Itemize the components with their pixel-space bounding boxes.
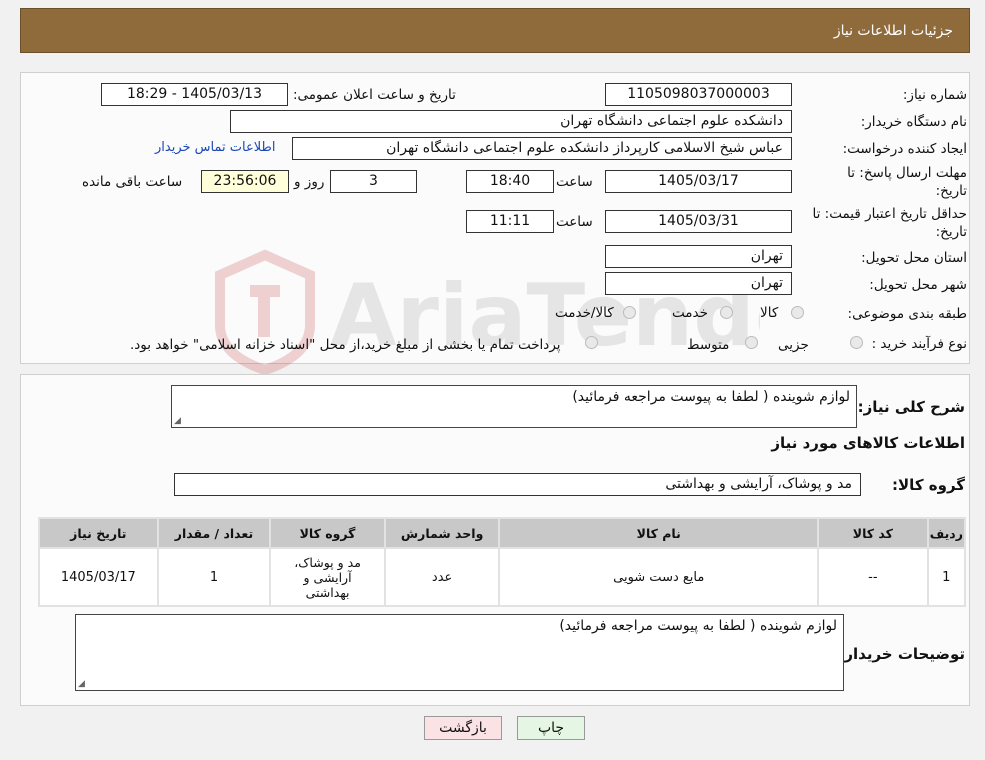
process-option-minor: جزیی	[778, 337, 809, 353]
back-button[interactable]: بازگشت	[424, 716, 502, 740]
cell-unit: عدد	[385, 549, 499, 605]
buyer-notes-text: لوازم شوینده ( لطفا به پیوست مراجعه فرما…	[559, 618, 837, 634]
city-label: شهر محل تحویل:	[869, 277, 967, 293]
category-radio-goods-service[interactable]	[623, 306, 636, 319]
resize-grip-icon[interactable]: ◢	[78, 679, 85, 689]
remaining-label: ساعت باقی مانده	[82, 174, 183, 190]
buyer-notes-textarea[interactable]: لوازم شوینده ( لطفا به پیوست مراجعه فرما…	[75, 614, 844, 691]
cell-code: --	[819, 549, 927, 605]
page-header: جزئیات اطلاعات نیاز	[20, 8, 970, 53]
col-row: ردیف	[928, 519, 964, 547]
buyer-notes-label: توضیحات خریدار:	[838, 645, 965, 663]
validity-time-field: 11:11	[466, 210, 554, 233]
announce-label: تاریخ و ساعت اعلان عمومی:	[293, 87, 456, 103]
category-option-goods-service: کالا/خدمت	[555, 305, 614, 321]
goods-table-header: ردیف کد کالا نام کالا واحد شمارش گروه کا…	[40, 519, 964, 547]
buyer-org-field: دانشکده علوم اجتماعی دانشگاه تهران	[230, 110, 792, 133]
cell-group: مد و پوشاک، آرایشی و بهداشتی	[271, 549, 384, 605]
col-quantity: تعداد / مقدار	[158, 519, 270, 547]
buyer-org-label: نام دستگاه خریدار:	[860, 114, 967, 130]
col-code: کد کالا	[819, 519, 927, 547]
category-radio-service[interactable]	[720, 306, 733, 319]
category-label: طبقه بندی موضوعی:	[847, 306, 967, 322]
deadline-date-field: 1405/03/17	[605, 170, 792, 193]
resize-grip-icon[interactable]: ◢	[174, 416, 181, 426]
cell-group-text: مد و پوشاک، آرایشی و بهداشتی	[294, 554, 361, 600]
need-number-field: 1105098037000003	[605, 83, 792, 106]
need-number-label: شماره نیاز:	[902, 87, 967, 103]
col-name: نام کالا	[500, 519, 818, 547]
table-row: 1 -- مایع دست شویی عدد مد و پوشاک، آرایش…	[40, 549, 964, 605]
province-field: تهران	[605, 245, 792, 268]
general-desc-label: شرح کلی نیاز:	[857, 398, 965, 416]
province-label: استان محل تحویل:	[861, 250, 967, 266]
category-option-goods: کالا	[760, 305, 779, 321]
creator-field: عباس شیخ الاسلامی کارپرداز دانشکده علوم …	[292, 137, 792, 160]
cell-name: مایع دست شویی	[500, 549, 818, 605]
buyer-contact-link[interactable]: اطلاعات تماس خریدار	[155, 140, 275, 155]
deadline-time-label: ساعت	[556, 174, 593, 190]
cell-date: 1405/03/17	[40, 549, 157, 605]
category-option-service: خدمت	[672, 305, 708, 321]
process-option-medium: متوسط	[687, 337, 730, 353]
page-title: جزئیات اطلاعات نیاز	[833, 23, 953, 39]
creator-label: ایجاد کننده درخواست:	[842, 141, 967, 157]
col-group: گروه کالا	[271, 519, 384, 547]
validity-time-label: ساعت	[556, 214, 593, 230]
days-remaining-field: 3	[330, 170, 417, 193]
announce-datetime-field: 1405/03/13 - 18:29	[101, 83, 288, 106]
payment-treasury-checkbox[interactable]	[585, 336, 598, 349]
deadline-label: مهلت ارسال پاسخ: تا	[847, 165, 967, 181]
print-button[interactable]: چاپ	[517, 716, 585, 740]
category-radio-goods[interactable]	[791, 306, 804, 319]
goods-info-title: اطلاعات کالاهای مورد نیاز	[771, 434, 965, 452]
deadline-time-field: 18:40	[466, 170, 554, 193]
process-radio-medium[interactable]	[745, 336, 758, 349]
cell-row: 1	[928, 549, 964, 605]
process-radio-minor[interactable]	[850, 336, 863, 349]
city-field: تهران	[605, 272, 792, 295]
goods-table: ردیف کد کالا نام کالا واحد شمارش گروه کا…	[38, 517, 966, 607]
cell-quantity: 1	[158, 549, 270, 605]
validity-label: حداقل تاریخ اعتبار قیمت: تا	[812, 206, 967, 222]
col-date: تاریخ نیاز	[40, 519, 157, 547]
remaining-time-field: 23:56:06	[201, 170, 289, 193]
general-desc-text: لوازم شوینده ( لطفا به پیوست مراجعه فرما…	[572, 389, 850, 405]
general-desc-textarea[interactable]: لوازم شوینده ( لطفا به پیوست مراجعه فرما…	[171, 385, 857, 428]
col-unit: واحد شمارش	[385, 519, 499, 547]
days-label: روز و	[294, 174, 325, 190]
payment-note: پرداخت تمام یا بخشی از مبلغ خرید،از محل …	[130, 337, 561, 353]
validity-label-date: تاریخ:	[935, 224, 967, 240]
validity-date-field: 1405/03/31	[605, 210, 792, 233]
goods-group-field: مد و پوشاک، آرایشی و بهداشتی	[174, 473, 861, 496]
goods-group-label: گروه کالا:	[892, 476, 965, 494]
process-label: نوع فرآیند خرید :	[871, 336, 967, 352]
deadline-label-date: تاریخ:	[935, 183, 967, 199]
